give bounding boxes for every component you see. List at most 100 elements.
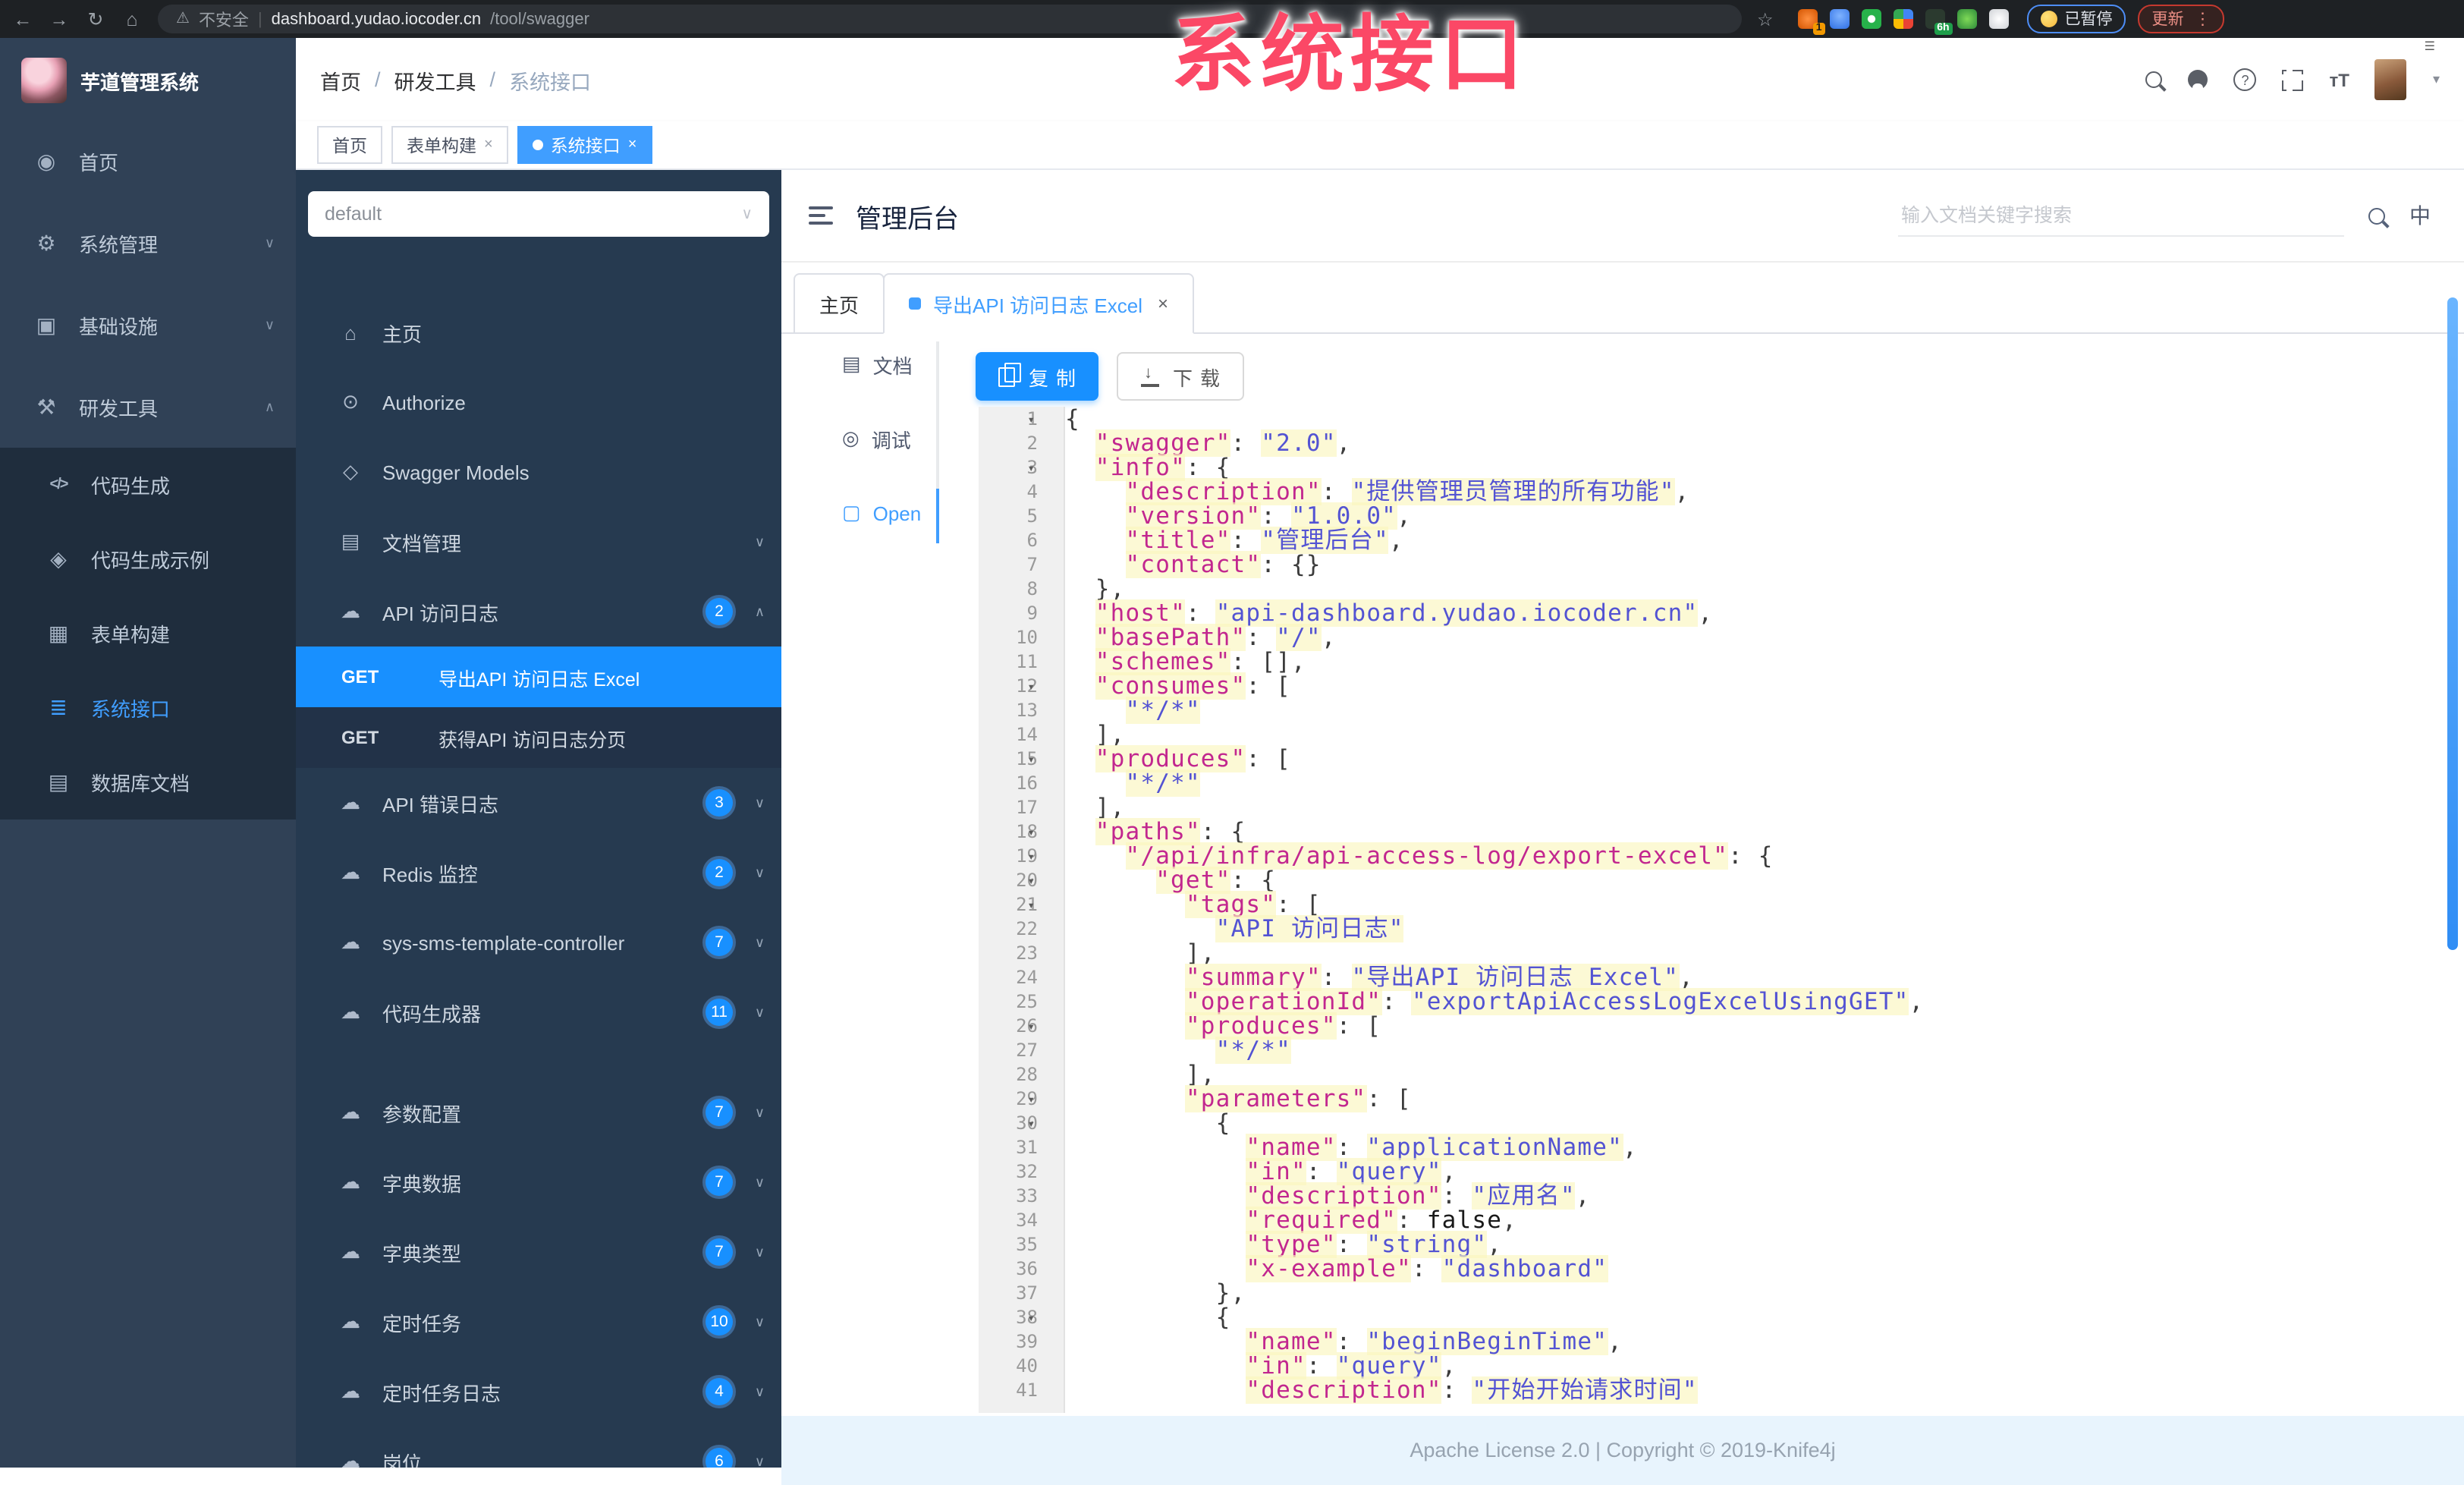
- api-group-代码生成器[interactable]: ☁ 代码生成器 11 ∨: [296, 977, 781, 1047]
- forward-icon[interactable]: →: [46, 8, 73, 30]
- copy-button[interactable]: 复制: [976, 352, 1099, 401]
- logo-avatar: [21, 58, 67, 103]
- api-group-label: 文档管理: [382, 532, 462, 555]
- api-group-sys-sms-template-controller[interactable]: ☁ sys-sms-template-controller 7 ∨: [296, 908, 781, 977]
- blue-drop-extension-icon[interactable]: [1829, 9, 1850, 29]
- security-label: 不安全: [198, 11, 249, 30]
- tag-首页[interactable]: 首页: [317, 126, 382, 164]
- group-select[interactable]: default ∨: [308, 191, 769, 237]
- api-group-文档管理[interactable]: ▤ 文档管理 ∨: [296, 507, 781, 577]
- tab-dot-icon: [909, 297, 922, 310]
- doc-tab-主页[interactable]: 主页: [794, 273, 885, 332]
- fold-arrow-icon[interactable]: ▾: [1027, 457, 1035, 481]
- home-icon[interactable]: ⌂: [118, 8, 146, 30]
- api-group-定时任务日志[interactable]: ☁ 定时任务日志 4 ∨: [296, 1357, 781, 1427]
- paused-extension-chip[interactable]: 已暂停: [2026, 5, 2126, 33]
- green-circle-extension-icon[interactable]: [1861, 9, 1881, 29]
- collapse-menu-icon[interactable]: [809, 206, 833, 225]
- warning-icon: ⚠: [176, 11, 190, 27]
- close-icon[interactable]: ×: [484, 137, 493, 153]
- line-number: 41: [1016, 1380, 1038, 1401]
- reload-icon[interactable]: ↻: [82, 8, 109, 30]
- user-avatar[interactable]: [2374, 59, 2407, 100]
- fold-arrow-icon[interactable]: ▾: [1027, 1112, 1035, 1137]
- tag-系统接口[interactable]: 系统接口 ×: [517, 126, 652, 164]
- sidebar-item-研发工具[interactable]: ⚒ 研发工具 ∧: [0, 366, 296, 448]
- endpoint-导出API 访问日志 Excel[interactable]: GET 导出API 访问日志 Excel: [296, 647, 781, 707]
- api-group-定时任务[interactable]: ☁ 定时任务 10 ∨: [296, 1287, 781, 1357]
- api-group-岗位[interactable]: ☁ 岗位 6 ∨: [296, 1427, 781, 1467]
- help-icon[interactable]: ?: [2233, 68, 2257, 91]
- fold-arrow-icon[interactable]: ▾: [1027, 845, 1035, 870]
- sidebar-item-首页[interactable]: ◉ 首页: [0, 120, 296, 202]
- endpoint-获得API 访问日志分页[interactable]: GET 获得API 访问日志分页: [296, 707, 781, 768]
- side-tab-Open[interactable]: ▢ Open: [842, 495, 939, 531]
- cloud-icon: ☁: [341, 599, 360, 622]
- color-grid-extension-icon[interactable]: [1893, 9, 1913, 29]
- chevron-icon: ∨: [754, 864, 765, 879]
- side-tab-label: 文档: [872, 354, 913, 377]
- orange-extension-icon[interactable]: 1: [1797, 9, 1825, 35]
- download-button[interactable]: 下载: [1117, 352, 1245, 401]
- fold-arrow-icon[interactable]: ▾: [1027, 408, 1035, 433]
- vertical-scrollbar[interactable]: [2447, 297, 2458, 950]
- api-group-API 访问日志[interactable]: ☁ API 访问日志 2 ∧: [296, 577, 781, 647]
- api-group-API 错误日志[interactable]: ☁ API 错误日志 3 ∨: [296, 768, 781, 838]
- sidebar-item-系统接口[interactable]: ≣ 系统接口: [0, 671, 296, 745]
- cloud-icon: ☁: [341, 1000, 360, 1023]
- green-leaf-extension-icon[interactable]: [1956, 9, 1977, 29]
- github-icon[interactable]: [2188, 70, 2208, 90]
- close-icon[interactable]: ×: [1158, 293, 1168, 314]
- fold-arrow-icon[interactable]: ▾: [1027, 1015, 1035, 1040]
- api-group-字典数据[interactable]: ☁ 字典数据 7 ∨: [296, 1147, 781, 1217]
- update-browser-button[interactable]: 更新 ⋮: [2138, 5, 2225, 33]
- close-icon[interactable]: ×: [628, 137, 637, 153]
- fold-arrow-icon[interactable]: ▾: [1027, 1088, 1035, 1112]
- watermark-annotation: 系统接口: [1171, 6, 1530, 103]
- line-number: 38 ▾: [979, 1305, 1064, 1329]
- fold-arrow-icon[interactable]: ▾: [1027, 1307, 1035, 1331]
- breadcrumb-item[interactable]: 首页: [320, 64, 361, 95]
- code-line: "produces": [: [1095, 745, 1291, 772]
- side-tab-文档[interactable]: ▤ 文档: [842, 346, 939, 382]
- fold-arrow-icon[interactable]: ▾: [1027, 870, 1035, 894]
- api-group-字典类型[interactable]: ☁ 字典类型 7 ∨: [296, 1217, 781, 1287]
- sidebar-item-系统管理[interactable]: ⚙ 系统管理 ∨: [0, 202, 296, 284]
- sidebar-item-代码生成[interactable]: </> 代码生成: [0, 448, 296, 522]
- api-group-label: 主页: [382, 322, 423, 345]
- sidebar-item-代码生成示例[interactable]: ◈ 代码生成示例: [0, 522, 296, 596]
- timer-extension-icon[interactable]: 6h: [1925, 9, 1953, 35]
- sidebar-item-表单构建[interactable]: ▦ 表单构建: [0, 596, 296, 671]
- search-icon[interactable]: [2145, 71, 2163, 88]
- doc-tab-导出API 访问日志 Excel[interactable]: 导出API 访问日志 Excel ×: [883, 273, 1194, 334]
- fullscreen-icon[interactable]: [2279, 66, 2304, 90]
- json-editor[interactable]: 1 ▾ 2 3 ▾ 4 5 6 7 8 9 10 11 12 ▾ 13 14 15 ▾ 16 17 18 ▾ 19 ▾ 20 ▾ 21…: [979, 407, 2446, 1412]
- fold-arrow-icon[interactable]: ▾: [1027, 675, 1035, 700]
- chevron-down-icon[interactable]: ▾: [2433, 71, 2440, 88]
- fold-arrow-icon[interactable]: ▾: [1027, 748, 1035, 772]
- back-icon[interactable]: ←: [9, 8, 36, 30]
- white-pin-extension-icon[interactable]: [1988, 9, 2009, 29]
- app-logo[interactable]: 芋道管理系统: [0, 38, 296, 120]
- line-number: 9: [1026, 602, 1038, 624]
- fold-arrow-icon[interactable]: ▾: [1027, 821, 1035, 845]
- table-icon: ▤: [48, 769, 69, 794]
- side-tab-调试[interactable]: ◎ 调试: [842, 420, 939, 457]
- font-size-icon[interactable]: ᴛT: [2330, 69, 2349, 90]
- api-group-Swagger Models[interactable]: ◇ Swagger Models: [296, 437, 781, 507]
- tag-表单构建[interactable]: 表单构建 ×: [391, 126, 508, 164]
- hamburger-icon[interactable]: ☰: [2425, 39, 2435, 53]
- language-button[interactable]: 中: [2409, 200, 2431, 231]
- search-icon[interactable]: [2368, 207, 2385, 224]
- browser-menu-icon[interactable]: ⋮: [2195, 9, 2211, 29]
- fold-arrow-icon[interactable]: ▾: [1027, 894, 1035, 918]
- api-group-Redis 监控[interactable]: ☁ Redis 监控 2 ∨: [296, 838, 781, 908]
- breadcrumb-item[interactable]: 研发工具: [394, 64, 476, 95]
- api-group-主页[interactable]: ⌂ 主页: [296, 297, 781, 367]
- doc-search-input[interactable]: [1898, 195, 2344, 236]
- bookmark-star-icon[interactable]: ☆: [1757, 8, 1774, 30]
- sidebar-item-基础设施[interactable]: ▣ 基础设施 ∨: [0, 284, 296, 366]
- api-group-参数配置[interactable]: ☁ 参数配置 7 ∨: [296, 1078, 781, 1147]
- sidebar-item-数据库文档[interactable]: ▤ 数据库文档: [0, 745, 296, 820]
- api-group-Authorize[interactable]: ⊙ Authorize: [296, 367, 781, 437]
